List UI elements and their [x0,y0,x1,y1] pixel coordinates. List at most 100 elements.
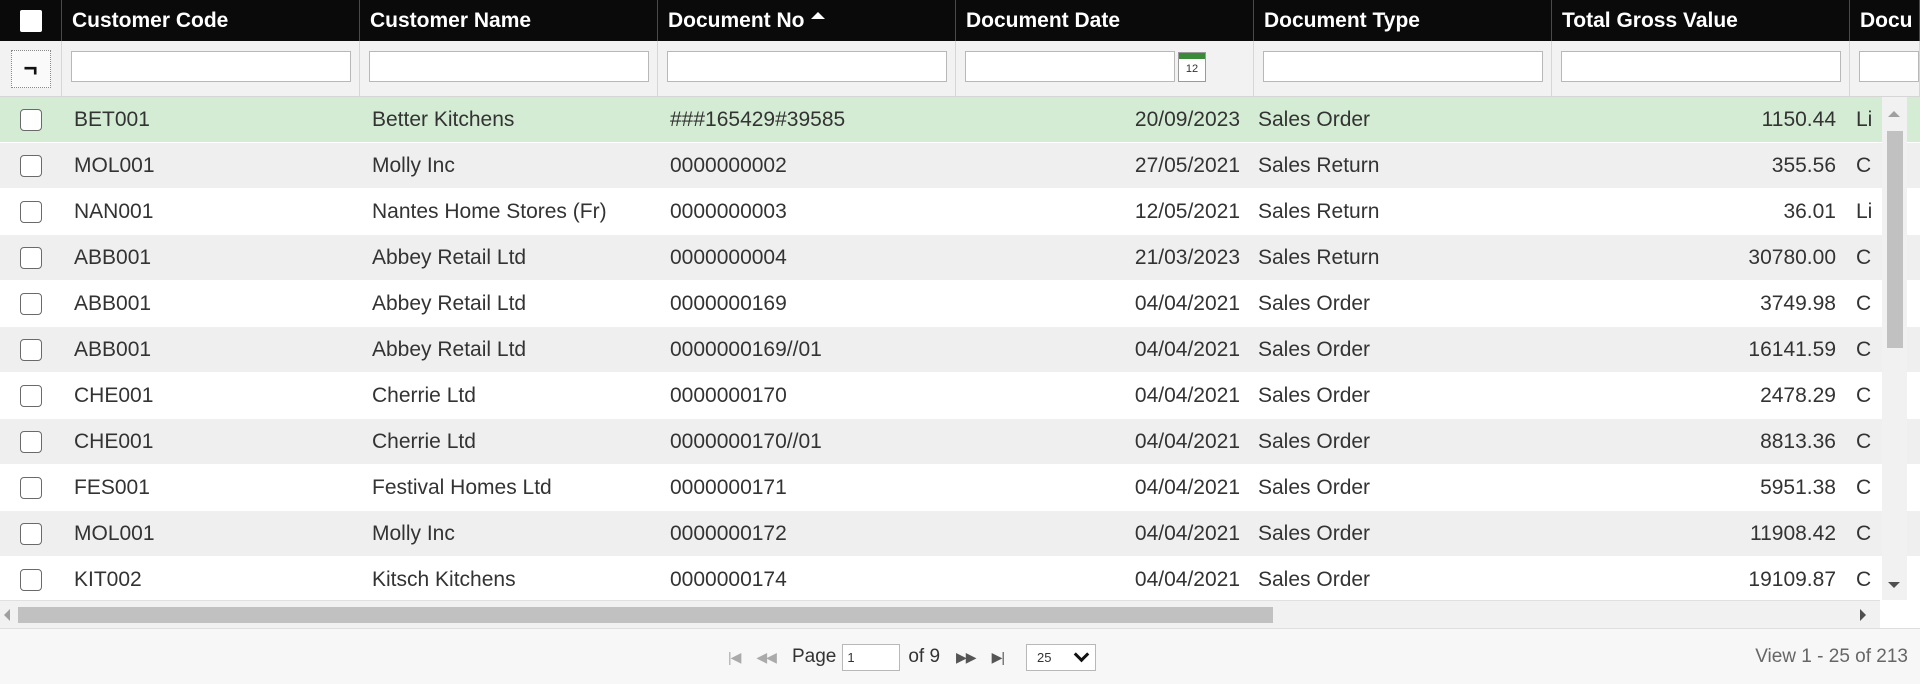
cell-document-no: 0000000003 [670,200,787,223]
last-page-icon[interactable]: ▶| [992,649,1005,666]
clear-filter-icon: ¬ [23,54,38,82]
cell-document-overflow: C [1856,568,1872,591]
filter-document-type-input[interactable] [1263,51,1543,82]
pager-controls: |◀ ◀◀ Page 1 of 9 ▶▶ ▶| 25 [728,629,1096,684]
page-number-input[interactable]: 1 [842,643,901,671]
table-row[interactable]: FES001 Festival Homes Ltd 0000000171 04/… [0,465,1920,511]
horizontal-scrollbar[interactable] [0,600,1880,628]
cell-document-no: 0000000170//01 [670,430,822,453]
column-header-document-date[interactable]: Document Date [956,0,1254,41]
sort-ascending-icon [810,12,825,19]
table-row[interactable]: MOL001 Molly Inc 0000000002 27/05/2021 S… [0,143,1920,189]
row-checkbox[interactable] [20,154,42,177]
table-row[interactable]: KIT002 Kitsch Kitchens 0000000174 04/04/… [0,557,1920,600]
column-header-label: Document No [668,9,805,32]
cell-customer-name: Molly Inc [372,154,455,177]
cell-document-date: 04/04/2021 [1134,568,1240,591]
row-checkbox[interactable] [20,108,42,131]
first-page-icon[interactable]: |◀ [728,649,741,666]
table-row[interactable]: ABB001 Abbey Retail Ltd 0000000169 04/04… [0,281,1920,327]
cell-document-date: 20/09/2023 [1134,108,1240,131]
column-header-total-gross-value[interactable]: Total Gross Value [1552,0,1850,41]
cell-document-no: 0000000002 [670,154,787,177]
row-checkbox-cell [0,189,62,234]
clear-filter-button[interactable]: ¬ [10,49,51,88]
prev-page-icon[interactable]: ◀◀ [756,649,777,666]
cell-total-gross-value: 8813.36 [1760,430,1836,453]
filter-customer-name-input[interactable] [369,51,649,82]
horizontal-scroll-thumb[interactable] [18,607,1273,623]
table-row[interactable]: ABB001 Abbey Retail Ltd 0000000169//01 0… [0,327,1920,373]
chevron-down-icon [1073,646,1090,662]
row-checkbox-cell [0,97,62,142]
filter-cell [1254,41,1552,96]
table-row[interactable]: ABB001 Abbey Retail Ltd 0000000004 21/03… [0,235,1920,281]
grid-header: Customer Code Customer Name Document No … [0,0,1920,41]
next-page-icon[interactable]: ▶▶ [956,649,977,666]
scroll-left-arrow-icon[interactable] [4,609,10,621]
column-header-document-type[interactable]: Document Type [1254,0,1552,41]
cell-document-no: 0000000170 [670,384,787,407]
filter-document-date-input[interactable] [965,51,1175,82]
row-checkbox[interactable] [20,338,42,361]
filter-document-overflow-input[interactable] [1859,51,1919,82]
filter-customer-code-input[interactable] [71,51,351,82]
row-checkbox[interactable] [20,384,42,407]
row-checkbox-cell [0,465,62,510]
filter-total-gross-value-input[interactable] [1561,51,1841,82]
row-checkbox[interactable] [20,430,42,453]
column-header-customer-code[interactable]: Customer Code [62,0,360,41]
column-header-document-overflow[interactable]: Docu [1850,0,1920,41]
cell-customer-code: ABB001 [74,338,152,361]
table-row[interactable]: MOL001 Molly Inc 0000000172 04/04/2021 S… [0,511,1920,557]
scroll-right-arrow-icon[interactable] [1860,609,1866,621]
scroll-up-arrow-icon[interactable] [1888,111,1900,117]
row-checkbox[interactable] [20,476,42,499]
record-range-label: View 1 - 25 of 213 [1755,646,1908,667]
cell-total-gross-value: 11908.42 [1749,522,1836,545]
filter-cell [62,41,360,96]
table-row[interactable]: CHE001 Cherrie Ltd 0000000170//01 04/04/… [0,419,1920,465]
row-checkbox[interactable] [20,522,42,545]
row-checkbox-cell [0,419,62,464]
row-checkbox[interactable] [20,246,42,269]
filter-cell [658,41,956,96]
row-checkbox-cell [0,281,62,326]
cell-document-type: Sales Order [1258,292,1371,315]
cell-document-overflow: C [1856,292,1872,315]
column-header-label: Total Gross Value [1562,9,1738,32]
filter-document-no-input[interactable] [667,51,947,82]
column-header-label: Docu [1860,9,1913,32]
row-checkbox[interactable] [20,568,42,591]
cell-customer-code: ABB001 [74,292,152,315]
filter-cell [1850,41,1920,96]
cell-document-date: 04/04/2021 [1134,292,1240,315]
page-size-value: 25 [1036,649,1052,665]
filter-cell: 12 [956,41,1254,96]
vertical-scrollbar[interactable] [1882,97,1907,600]
row-checkbox[interactable] [20,292,42,315]
table-row[interactable]: CHE001 Cherrie Ltd 0000000170 04/04/2021… [0,373,1920,419]
cell-document-no: 0000000172 [670,522,787,545]
select-all-checkbox[interactable] [19,9,42,32]
table-row[interactable]: NAN001 Nantes Home Stores (Fr) 000000000… [0,189,1920,235]
vertical-scroll-thumb[interactable] [1887,131,1903,348]
cell-document-type: Sales Order [1258,522,1371,545]
column-header-label: Customer Name [370,9,532,32]
cell-document-overflow: C [1856,430,1872,453]
cell-customer-code: CHE001 [74,384,154,407]
scroll-down-arrow-icon[interactable] [1888,582,1900,588]
cell-total-gross-value: 1150.44 [1761,108,1836,131]
cell-document-date: 04/04/2021 [1134,522,1240,545]
column-header-customer-name[interactable]: Customer Name [360,0,658,41]
page-size-select[interactable]: 25 [1025,643,1096,671]
row-checkbox[interactable] [20,200,42,223]
pager-bar: |◀ ◀◀ Page 1 of 9 ▶▶ ▶| 25 View 1 - 25 o… [0,628,1920,684]
filter-cell [1552,41,1850,96]
cell-customer-code: FES001 [74,476,150,499]
calendar-icon[interactable]: 12 [1178,52,1206,82]
table-row[interactable]: BET001 Better Kitchens ###165429#39585 2… [0,97,1920,143]
cell-document-overflow: C [1856,384,1872,407]
cell-customer-name: Abbey Retail Ltd [372,292,527,315]
column-header-document-no[interactable]: Document No [658,0,956,41]
